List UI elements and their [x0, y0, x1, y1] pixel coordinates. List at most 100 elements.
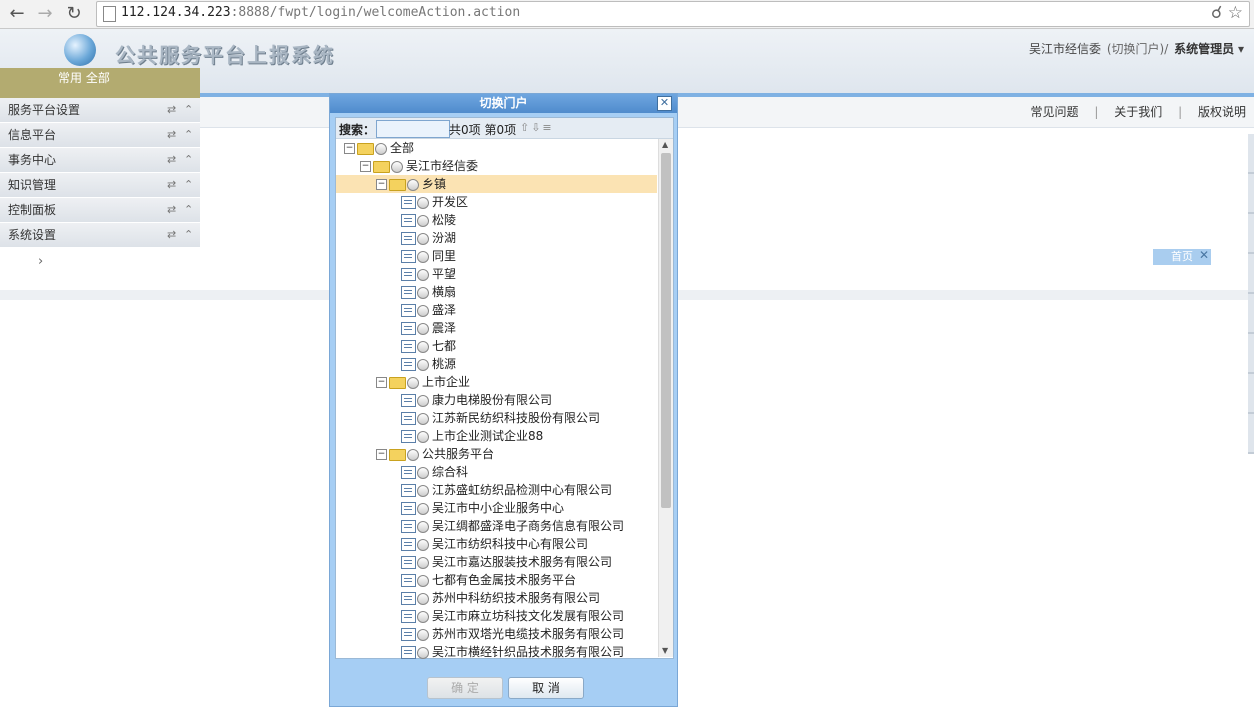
tree-leaf-node[interactable]: 苏州中科纺织技术服务有限公司: [401, 589, 600, 607]
chevron-right-icon[interactable]: ›: [38, 254, 43, 269]
scroll-down-icon[interactable]: ▼: [662, 646, 668, 655]
tree-leaf-node[interactable]: 松陵: [401, 211, 456, 229]
radio-icon[interactable]: [417, 214, 429, 227]
expand-toggle-icon[interactable]: −: [360, 161, 371, 172]
radio-icon[interactable]: [417, 610, 429, 623]
sidebar-tabs[interactable]: 常用 全部: [0, 68, 200, 98]
expand-toggle-icon[interactable]: −: [376, 377, 387, 388]
tree-leaf-node[interactable]: 横扇: [401, 283, 456, 301]
search-input[interactable]: [376, 120, 450, 138]
close-icon[interactable]: ✕: [1199, 247, 1209, 263]
tree-folder-node[interactable]: − 上市企业: [376, 373, 470, 391]
scrollbar-thumb[interactable]: [661, 153, 671, 508]
tree-leaf-node[interactable]: 开发区: [401, 193, 468, 211]
tree-leaf-node[interactable]: 七都: [401, 337, 456, 355]
tree-leaf-node[interactable]: 七都有色金属技术服务平台: [401, 571, 576, 589]
tree-leaf-node[interactable]: 同里: [401, 247, 456, 265]
tab-home[interactable]: 首页 ✕: [1153, 247, 1211, 265]
radio-icon[interactable]: [417, 286, 429, 299]
back-arrow-icon[interactable]: ←: [6, 3, 28, 25]
radio-icon[interactable]: [417, 394, 429, 407]
radio-icon[interactable]: [391, 160, 403, 173]
bookmark-star-icon[interactable]: ☌ ☆: [1211, 3, 1243, 23]
tree-leaf-node[interactable]: 桃源: [401, 355, 456, 373]
scroll-up-icon[interactable]: ▲: [662, 140, 668, 149]
faq-link[interactable]: 常见问题: [1031, 105, 1079, 119]
radio-icon[interactable]: [417, 268, 429, 281]
radio-icon[interactable]: [417, 574, 429, 587]
radio-icon[interactable]: [375, 142, 387, 155]
url-text[interactable]: 112.124.34.223:8888/fwpt/login/welcomeAc…: [121, 5, 520, 20]
cancel-button[interactable]: 取 消: [508, 677, 584, 699]
radio-icon[interactable]: [417, 304, 429, 317]
tree-leaf-node[interactable]: 吴江绸都盛泽电子商务信息有限公司: [401, 517, 624, 535]
about-link[interactable]: 关于我们: [1114, 105, 1162, 119]
radio-icon[interactable]: [417, 502, 429, 515]
tree-leaf-node[interactable]: 综合科: [401, 463, 468, 481]
confirm-button[interactable]: 确 定: [427, 677, 503, 699]
expand-toggle-icon[interactable]: −: [376, 179, 387, 190]
tree-leaf-node[interactable]: 吴江市麻立坊科技文化发展有限公司: [401, 607, 624, 625]
collapse-icon[interactable]: ⌃: [184, 98, 193, 122]
refresh-icon[interactable]: ⇄: [167, 148, 176, 172]
radio-icon[interactable]: [417, 196, 429, 209]
collapse-icon[interactable]: ⌃: [184, 198, 193, 222]
tree-leaf-node[interactable]: 苏州市双塔光电缆技术服务有限公司: [401, 625, 624, 643]
tree-folder-node[interactable]: − 乡镇: [336, 175, 657, 193]
tree-leaf-node[interactable]: 江苏盛虹纺织品检测中心有限公司: [401, 481, 612, 499]
tree-scrollbar[interactable]: ▲ ▼: [658, 139, 673, 657]
radio-icon[interactable]: [417, 628, 429, 641]
radio-icon[interactable]: [417, 322, 429, 335]
role-menu[interactable]: 系统管理员: [1174, 42, 1234, 56]
dropdown-arrow-icon[interactable]: ▾: [1238, 42, 1244, 56]
radio-icon[interactable]: [417, 412, 429, 425]
expand-toggle-icon[interactable]: −: [344, 143, 355, 154]
tree-leaf-node[interactable]: 汾湖: [401, 229, 456, 247]
sidebar-tabs-label[interactable]: 常用 全部: [58, 71, 110, 85]
tree-folder-node[interactable]: − 全部: [344, 139, 414, 157]
tree-leaf-node[interactable]: 吴江市纺织科技中心有限公司: [401, 535, 588, 553]
tree-leaf-node[interactable]: 吴江市嘉达服装技术服务有限公司: [401, 553, 612, 571]
tree-leaf-node[interactable]: 康力电梯股份有限公司: [401, 391, 552, 409]
radio-icon[interactable]: [407, 376, 419, 389]
tree-leaf-node[interactable]: 吴江市横经针织品技术服务有限公司: [401, 643, 624, 659]
address-bar[interactable]: 112.124.34.223:8888/fwpt/login/welcomeAc…: [96, 1, 1250, 27]
radio-icon[interactable]: [407, 448, 419, 461]
sidebar-item-system-settings[interactable]: 系统设置 ⇄ ⌃: [0, 223, 200, 248]
collapse-icon[interactable]: ⌃: [184, 223, 193, 247]
refresh-icon[interactable]: ⇄: [167, 223, 176, 247]
forward-arrow-icon[interactable]: →: [34, 3, 56, 25]
sidebar-item-knowledge[interactable]: 知识管理 ⇄ ⌃: [0, 173, 200, 198]
close-icon[interactable]: ✕: [657, 96, 672, 111]
sidebar-item-affairs[interactable]: 事务中心 ⇄ ⌃: [0, 148, 200, 173]
tree-leaf-node[interactable]: 震泽: [401, 319, 456, 337]
radio-icon[interactable]: [417, 340, 429, 353]
collapse-icon[interactable]: ⌃: [184, 173, 193, 197]
reload-icon[interactable]: ↻: [63, 3, 85, 25]
copyright-link[interactable]: 版权说明: [1198, 105, 1246, 119]
radio-icon[interactable]: [417, 466, 429, 479]
collapse-icon[interactable]: ⌃: [184, 123, 193, 147]
switch-portal-link[interactable]: (切换门户)/: [1107, 42, 1168, 56]
sidebar-item-info-platform[interactable]: 信息平台 ⇄ ⌃: [0, 123, 200, 148]
refresh-icon[interactable]: ⇄: [167, 123, 176, 147]
tree-leaf-node[interactable]: 平望: [401, 265, 456, 283]
search-nav-arrows-icon[interactable]: ⇧⇩≡: [520, 121, 554, 134]
radio-icon[interactable]: [417, 250, 429, 263]
tree-leaf-node[interactable]: 江苏新民纺织科技股份有限公司: [401, 409, 600, 427]
radio-icon[interactable]: [417, 358, 429, 371]
refresh-icon[interactable]: ⇄: [167, 98, 176, 122]
refresh-icon[interactable]: ⇄: [167, 173, 176, 197]
radio-icon[interactable]: [417, 484, 429, 497]
radio-icon[interactable]: [417, 556, 429, 569]
radio-icon[interactable]: [417, 232, 429, 245]
refresh-icon[interactable]: ⇄: [167, 198, 176, 222]
expand-toggle-icon[interactable]: −: [376, 449, 387, 460]
radio-icon[interactable]: [417, 430, 429, 443]
radio-icon[interactable]: [417, 538, 429, 551]
tree-leaf-node[interactable]: 吴江市中小企业服务中心: [401, 499, 564, 517]
radio-icon[interactable]: [417, 520, 429, 533]
sidebar-item-control-panel[interactable]: 控制面板 ⇄ ⌃: [0, 198, 200, 223]
tree-folder-node[interactable]: − 吴江市经信委: [360, 157, 478, 175]
radio-icon[interactable]: [417, 646, 429, 659]
